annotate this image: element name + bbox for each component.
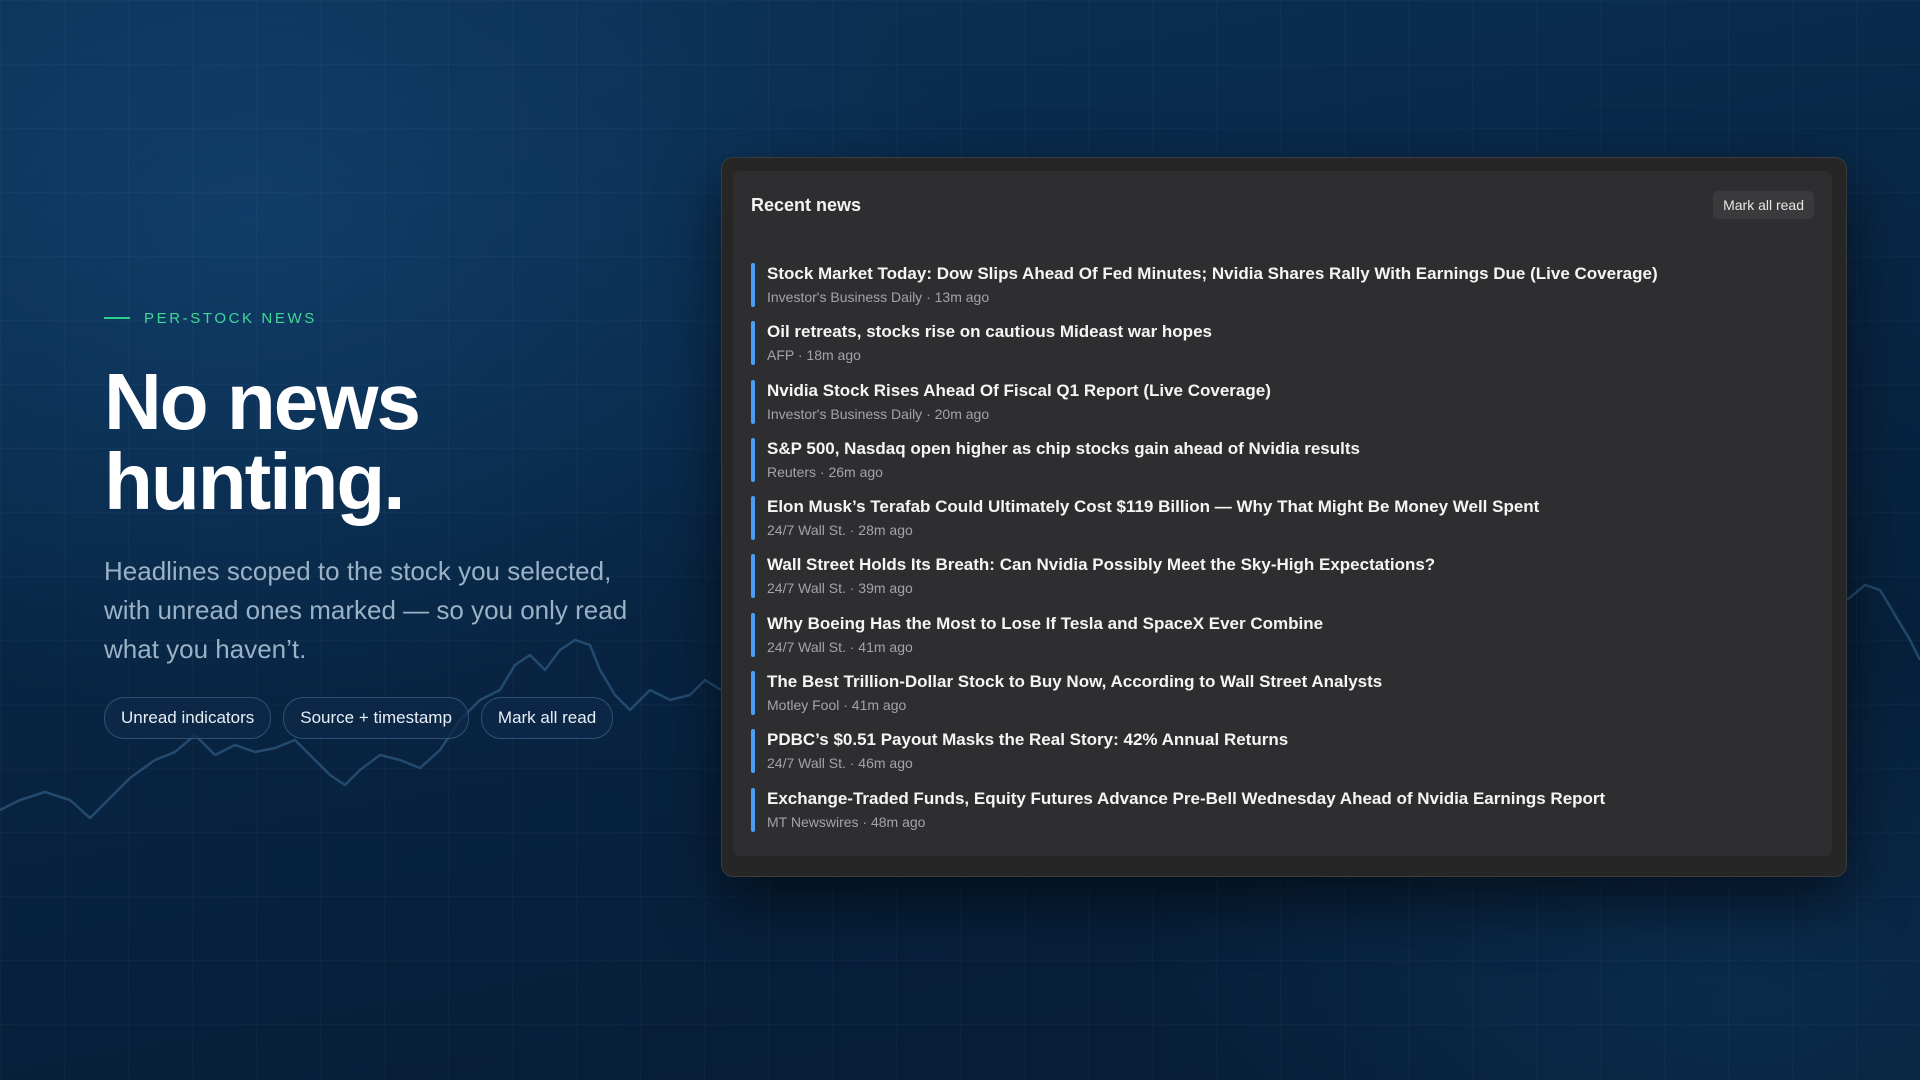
news-headline[interactable]: PDBC’s $0.51 Payout Masks the Real Story… [767, 729, 1814, 751]
news-item[interactable]: Exchange-Traded Funds, Equity Futures Ad… [751, 787, 1814, 834]
news-source-time: 24/7 Wall St. · 46m ago [767, 755, 913, 772]
feature-pills: Unread indicators Source + timestamp Mar… [104, 697, 684, 739]
news-headline[interactable]: Oil retreats, stocks rise on cautious Mi… [767, 321, 1814, 343]
news-window: Recent news Mark all read Stock Market T… [721, 157, 1847, 877]
news-source-time: 24/7 Wall St. · 39m ago [767, 580, 913, 597]
eyebrow-dash [104, 317, 130, 319]
eyebrow-label: PER-STOCK NEWS [144, 309, 317, 327]
unread-indicator [751, 729, 755, 774]
unread-indicator [751, 787, 755, 832]
pill-mark-all-read: Mark all read [480, 697, 614, 739]
news-headline[interactable]: Exchange-Traded Funds, Equity Futures Ad… [767, 788, 1814, 810]
news-item[interactable]: PDBC’s $0.51 Payout Masks the Real Story… [751, 729, 1814, 775]
news-item[interactable]: Wall Street Holds Its Breath: Can Nvidia… [751, 554, 1814, 600]
unread-indicator [751, 671, 755, 716]
news-source-time: Motley Fool · 41m ago [767, 697, 907, 714]
news-item[interactable]: Elon Musk’s Terafab Could Ultimately Cos… [751, 496, 1814, 542]
unread-indicator [751, 263, 755, 307]
hero-headline: No news hunting. [104, 357, 421, 526]
unread-indicator [751, 554, 755, 599]
pill-unread-indicators: Unread indicators [104, 697, 272, 739]
eyebrow: PER-STOCK NEWS [104, 306, 684, 330]
unread-indicator [751, 496, 755, 541]
news-headline[interactable]: Wall Street Holds Its Breath: Can Nvidia… [767, 554, 1814, 576]
news-headline[interactable]: The Best Trillion-Dollar Stock to Buy No… [767, 671, 1814, 693]
news-headline[interactable]: S&P 500, Nasdaq open higher as chip stoc… [767, 438, 1814, 460]
news-item[interactable]: S&P 500, Nasdaq open higher as chip stoc… [751, 437, 1814, 484]
news-headline[interactable]: Elon Musk’s Terafab Could Ultimately Cos… [767, 496, 1814, 518]
news-item[interactable]: Stock Market Today: Dow Slips Ahead Of F… [751, 263, 1814, 309]
news-source-time: MT Newswires · 48m ago [767, 813, 926, 830]
news-source-time: AFP · 18m ago [767, 347, 861, 364]
news-headline[interactable]: Nvidia Stock Rises Ahead Of Fiscal Q1 Re… [767, 380, 1814, 402]
news-source-time: Reuters · 26m ago [767, 463, 883, 480]
panel-title: Recent news [751, 194, 862, 215]
unread-indicator [751, 437, 755, 482]
unread-indicator [751, 612, 755, 657]
news-headline[interactable]: Stock Market Today: Dow Slips Ahead Of F… [767, 263, 1814, 285]
pill-source-timestamp: Source + timestamp [283, 697, 469, 739]
news-source-time: Investor's Business Daily · 13m ago [767, 289, 990, 305]
news-list: Stock Market Today: Dow Slips Ahead Of F… [751, 263, 1814, 846]
news-headline[interactable]: Why Boeing Has the Most to Lose If Tesla… [767, 613, 1814, 635]
unread-indicator [751, 321, 755, 366]
unread-indicator [751, 379, 755, 424]
hero-section: PER-STOCK NEWS No news hunting. Headline… [104, 306, 684, 739]
news-source-time: 24/7 Wall St. · 28m ago [767, 522, 913, 539]
news-source-time: 24/7 Wall St. · 41m ago [767, 638, 913, 655]
news-item[interactable]: The Best Trillion-Dollar Stock to Buy No… [751, 671, 1814, 717]
mark-all-read-button[interactable]: Mark all read [1713, 191, 1814, 219]
recent-news-panel: Recent news Mark all read Stock Market T… [733, 171, 1832, 856]
news-source-time: Investor's Business Daily · 20m ago [767, 405, 990, 422]
hero-subtext: Headlines scoped to the stock you select… [104, 556, 628, 664]
news-item[interactable]: Nvidia Stock Rises Ahead Of Fiscal Q1 Re… [751, 379, 1814, 426]
news-item[interactable]: Why Boeing Has the Most to Lose If Tesla… [751, 612, 1814, 659]
news-item[interactable]: Oil retreats, stocks rise on cautious Mi… [751, 321, 1814, 367]
panel-header: Recent news Mark all read [751, 183, 1814, 227]
